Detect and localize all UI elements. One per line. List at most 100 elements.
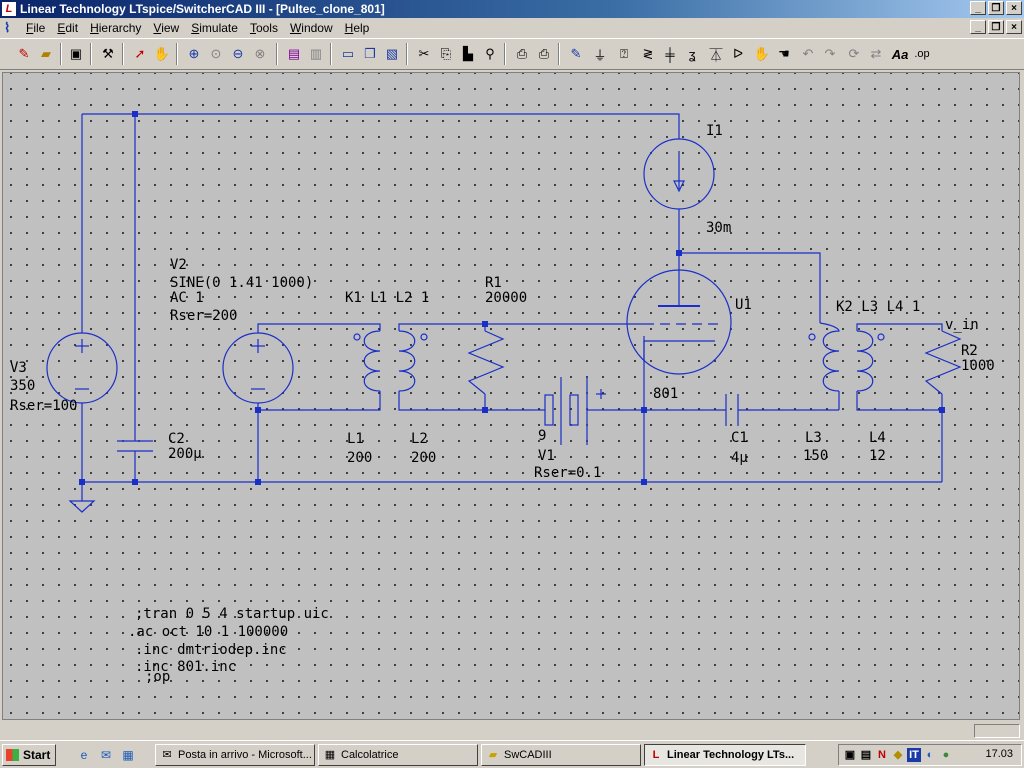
copy-icon[interactable]: ⎘ [436,44,456,64]
r1-resistor-symbol[interactable] [467,330,505,395]
menu-simulate[interactable]: Simulate [191,21,238,35]
l2-value[interactable]: 200 [411,450,436,466]
undo-icon[interactable]: ↶ [798,44,818,64]
v2-source-symbol[interactable] [222,332,294,404]
c1-value[interactable]: 4µ [731,450,748,466]
l4-value[interactable]: 12 [869,448,886,464]
find-icon[interactable]: ⚲ [480,44,500,64]
network-icon[interactable]: ▣ [843,748,857,762]
tile-windows-icon[interactable]: ▭ [338,44,358,64]
start-button[interactable]: Start [2,744,56,766]
c2-name[interactable]: C2 [168,431,185,447]
v2-name[interactable]: V2 [170,257,187,273]
u1-model[interactable]: 801 [653,386,678,402]
resistor-icon[interactable]: ≷ [638,44,658,64]
doc-close-button[interactable]: × [1006,20,1022,34]
c2-capacitor-symbol[interactable] [117,440,153,452]
zoom-fit-icon[interactable]: ⊗ [250,44,270,64]
l4-name[interactable]: L4 [869,430,886,446]
l2-inductor-symbol[interactable] [398,330,428,392]
task-calculator[interactable]: ▦ Calcolatrice [318,744,478,766]
v2-rser[interactable]: Rser=200 [170,308,237,324]
l3-inductor-symbol[interactable] [808,322,840,392]
doc-restore-button[interactable]: ❒ [988,20,1004,34]
l1-value[interactable]: 200 [347,450,372,466]
restore-button[interactable]: ❒ [988,1,1004,15]
v3-source-symbol[interactable] [46,332,118,404]
save-icon[interactable]: ▣ [66,44,86,64]
l1-name[interactable]: L1 [347,431,364,447]
l1-inductor-symbol[interactable] [353,330,381,392]
redo-icon[interactable]: ↷ [820,44,840,64]
drag-icon[interactable]: ☚ [774,44,794,64]
spice-directive-icon[interactable]: .op [912,44,932,64]
tile-horizontal-icon[interactable]: ▤ [284,44,304,64]
control-panel-icon[interactable]: ⚒ [98,44,118,64]
zoom-pan-icon[interactable]: ⊙ [206,44,226,64]
menu-hierarchy[interactable]: Hierarchy [90,21,141,35]
i1-value[interactable]: 30m [706,220,731,236]
print-setup-icon[interactable]: ⎙ [512,44,532,64]
show-desktop-icon[interactable]: ▦ [120,747,136,763]
diode-icon[interactable]: ⏄ [706,44,726,64]
zoom-out-icon[interactable]: ⊖ [228,44,248,64]
c1-name[interactable]: C1 [731,430,748,446]
new-schematic-icon[interactable]: ✎ [14,44,34,64]
wire-icon[interactable]: ✎ [566,44,586,64]
task-mail[interactable]: ✉ Posta in arrivo - Microsoft... [155,744,315,766]
menu-tools[interactable]: Tools [250,21,278,35]
task-swcadiii-folder[interactable]: ▰ SwCADIII [481,744,641,766]
monitor-icon[interactable]: ▤ [859,748,873,762]
l4-inductor-symbol[interactable] [856,330,885,392]
v1-rser[interactable]: Rser=0.1 [534,465,601,481]
v1-name[interactable]: V1 [538,448,555,464]
paste-icon[interactable]: ▙ [458,44,478,64]
open-icon[interactable]: ▰ [36,44,56,64]
net-label-v-in[interactable]: v_in [945,317,979,333]
menu-help[interactable]: Help [345,21,370,35]
ltspice-app-icon[interactable]: L [2,2,16,16]
v2-value[interactable]: SINE(0 1.41 1000) [170,275,313,291]
directive-ac[interactable]: .ac oct 10 1 100000 [128,624,288,640]
close-all-icon[interactable]: ▧ [382,44,402,64]
doc-minimize-button[interactable]: _ [970,20,986,34]
r2-value[interactable]: 1000 [961,358,995,374]
u1-triode-symbol[interactable] [626,269,732,375]
speaker-icon[interactable]: ◐ [923,748,937,762]
menu-view[interactable]: View [153,21,179,35]
directive-op[interactable]: ;op [145,669,170,685]
internet-explorer-icon[interactable]: e [76,747,92,763]
l3-name[interactable]: L3 [805,430,822,446]
r1-value[interactable]: 20000 [485,290,527,306]
language-icon[interactable]: IT [907,748,921,762]
i1-name[interactable]: I1 [706,123,723,139]
inductor-icon[interactable]: ʓ [682,44,702,64]
task-ltspice[interactable]: L Linear Technology LTs... [644,744,806,766]
v3-name[interactable]: V3 [10,360,27,376]
cut-icon[interactable]: ✂ [414,44,434,64]
k1-directive[interactable]: K1 L1 L2 1 [345,290,429,306]
text-icon[interactable]: Aa [890,44,910,64]
component-icon[interactable]: ᐅ [728,44,748,64]
directive-tran[interactable]: ;tran 0 5 4 startup uic [135,606,329,622]
document-system-icon[interactable]: ⌇ [4,21,18,35]
ground-icon[interactable]: ⏚ [590,44,610,64]
rotate-icon[interactable]: ⟳ [844,44,864,64]
v3-value[interactable]: 350 [10,378,35,394]
r2-resistor-symbol[interactable] [924,330,962,395]
l2-name[interactable]: L2 [411,431,428,447]
close-button[interactable]: × [1006,1,1022,15]
menu-file[interactable]: File [26,21,45,35]
c1-capacitor-symbol[interactable] [725,394,739,426]
cascade-icon[interactable]: ❐ [360,44,380,64]
run-icon[interactable]: ➚ [130,44,150,64]
tile-vertical-icon[interactable]: ▥ [306,44,326,64]
menu-window[interactable]: Window [290,21,333,35]
menu-edit[interactable]: Edit [57,21,78,35]
print-icon[interactable]: ⎙ [534,44,554,64]
u1-name[interactable]: U1 [735,297,752,313]
v3-rser[interactable]: Rser=100 [10,398,77,414]
zoom-in-icon[interactable]: ⊕ [184,44,204,64]
antivirus-icon[interactable]: N [875,748,889,762]
v2-ac[interactable]: AC 1 [170,290,204,306]
